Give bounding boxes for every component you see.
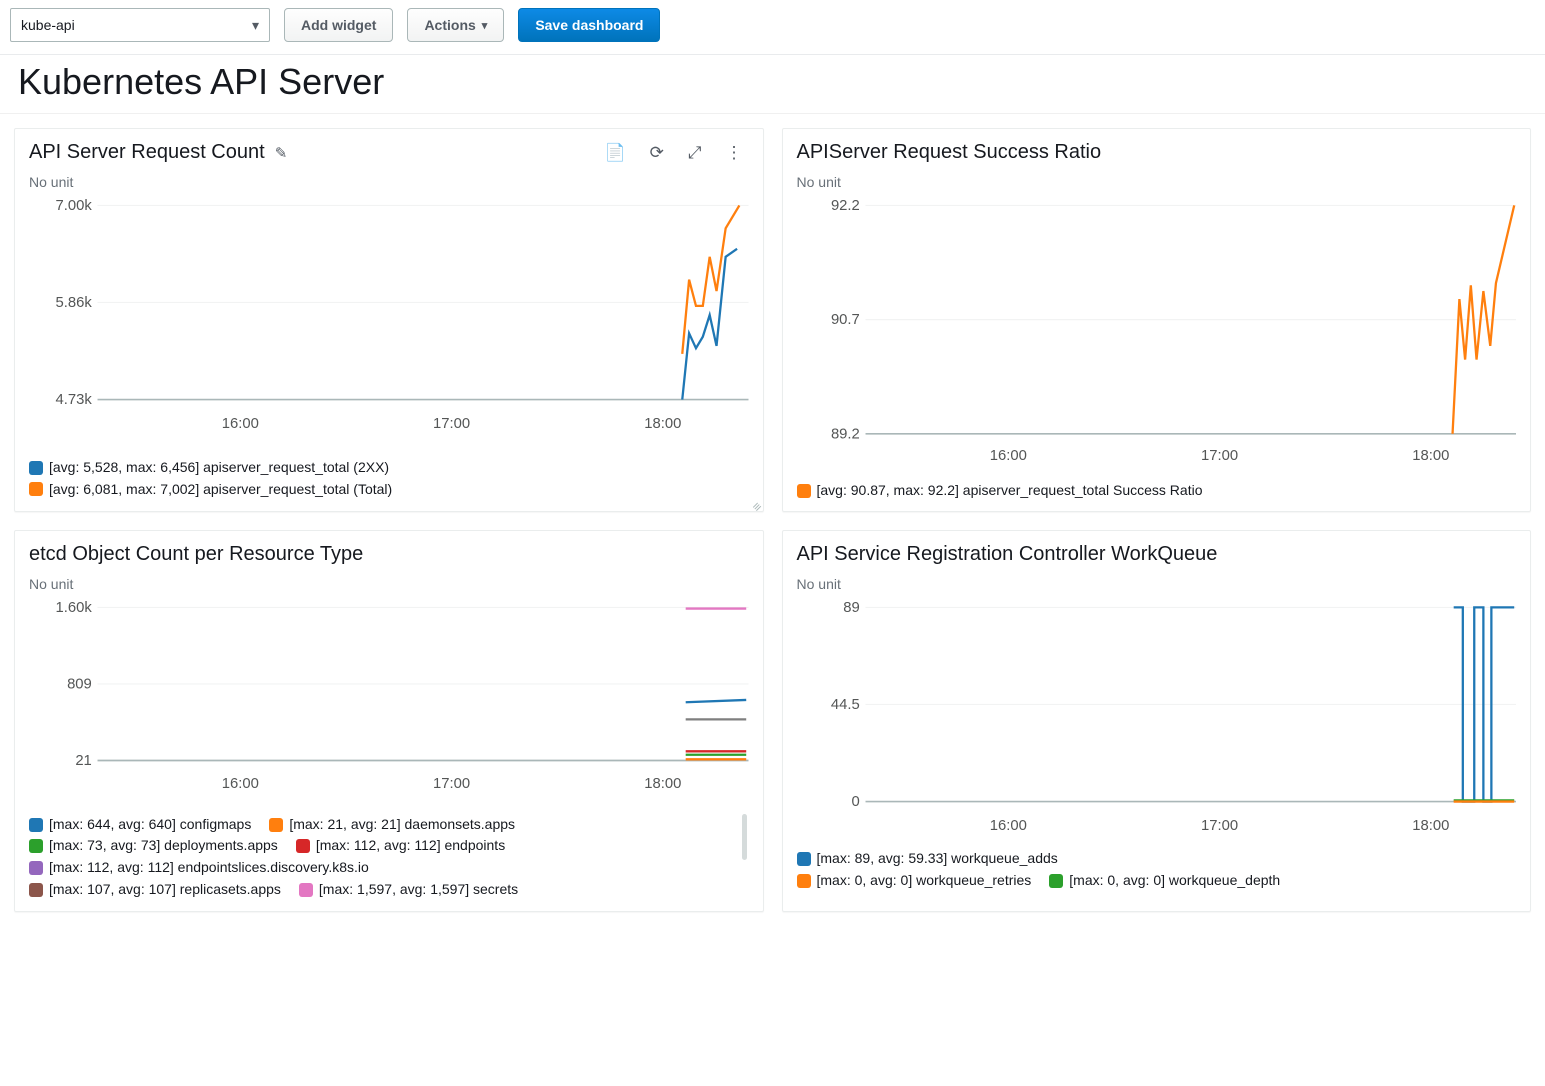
copy-icon[interactable]: 📄 <box>604 143 625 163</box>
svg-text:17:00: 17:00 <box>1201 819 1238 835</box>
svg-text:89: 89 <box>843 600 860 616</box>
chart-svg: 7.00k 5.86k 4.73k 16:00 17:00 18:00 <box>29 194 749 451</box>
svg-text:16:00: 16:00 <box>222 776 259 792</box>
unit-label: No unit <box>29 576 749 592</box>
panel-api-request-count: API Server Request Count ✎ 📄 ⟳ ⤢ ⋮ No un… <box>14 128 764 512</box>
legend-swatch <box>797 874 811 888</box>
svg-text:17:00: 17:00 <box>433 416 470 432</box>
legend-swatch <box>29 818 43 832</box>
svg-text:18:00: 18:00 <box>644 776 681 792</box>
svg-text:90.7: 90.7 <box>830 312 859 328</box>
unit-label: No unit <box>797 576 1517 592</box>
legend: [max: 644, avg: 640] configmaps [max: 21… <box>29 814 749 901</box>
legend-swatch <box>29 482 43 496</box>
refresh-icon[interactable]: ⟳ <box>650 143 664 163</box>
legend-item: [avg: 6,081, max: 7,002] apiserver_reque… <box>29 479 392 501</box>
page-title: Kubernetes API Server <box>18 61 1527 103</box>
svg-text:809: 809 <box>67 677 92 693</box>
unit-label: No unit <box>29 174 749 190</box>
scrollbar-thumb[interactable] <box>742 814 747 860</box>
svg-text:16:00: 16:00 <box>222 416 259 432</box>
menu-dots-icon[interactable]: ⋮ <box>726 143 743 163</box>
svg-text:16:00: 16:00 <box>989 448 1026 464</box>
divider <box>0 113 1545 114</box>
svg-text:5.86k: 5.86k <box>56 295 93 311</box>
edit-title-icon[interactable]: ✎ <box>275 144 288 162</box>
unit-label: No unit <box>797 174 1517 190</box>
chart: 89 44.5 0 16:00 17:00 18:00 <box>797 596 1517 842</box>
legend-swatch <box>299 883 313 897</box>
legend: [avg: 90.87, max: 92.2] apiserver_reques… <box>797 480 1517 502</box>
svg-text:7.00k: 7.00k <box>56 198 93 214</box>
svg-text:18:00: 18:00 <box>1412 448 1449 464</box>
chart: 92.2 90.7 89.2 16:00 17:00 18:00 <box>797 194 1517 474</box>
svg-text:89.2: 89.2 <box>830 426 859 442</box>
dashboard-selector[interactable]: kube-api ▾ <box>10 8 270 42</box>
dashboard-selector-value: kube-api <box>21 17 75 33</box>
chart: 7.00k 5.86k 4.73k 16:00 17:00 18:00 <box>29 194 749 451</box>
legend: [avg: 5,528, max: 6,456] apiserver_reque… <box>29 457 749 500</box>
panel-title: API Server Request Count <box>29 141 265 164</box>
legend-swatch <box>269 818 283 832</box>
panel-success-ratio: APIServer Request Success Ratio No unit … <box>782 128 1532 512</box>
legend-swatch <box>797 852 811 866</box>
svg-text:4.73k: 4.73k <box>56 392 93 408</box>
panel-title: etcd Object Count per Resource Type <box>29 543 363 566</box>
svg-text:92.2: 92.2 <box>830 198 859 214</box>
chart: 1.60k 809 21 16:00 17:00 18:00 <box>29 596 749 807</box>
panel-etcd-objects: etcd Object Count per Resource Type No u… <box>14 530 764 911</box>
legend: [max: 89, avg: 59.33] workqueue_adds [ma… <box>797 848 1517 891</box>
svg-text:17:00: 17:00 <box>1201 448 1238 464</box>
svg-text:18:00: 18:00 <box>1412 819 1449 835</box>
legend-swatch <box>29 839 43 853</box>
svg-text:1.60k: 1.60k <box>56 600 93 616</box>
svg-text:17:00: 17:00 <box>433 776 470 792</box>
legend-item: [avg: 90.87, max: 92.2] apiserver_reques… <box>797 480 1203 502</box>
chevron-down-icon: ▾ <box>482 19 488 32</box>
svg-text:44.5: 44.5 <box>830 698 859 714</box>
chevron-down-icon: ▾ <box>252 17 259 34</box>
legend-swatch <box>29 861 43 875</box>
panel-title: APIServer Request Success Ratio <box>797 141 1102 164</box>
add-widget-button[interactable]: Add widget <box>284 8 393 42</box>
panel-actions: 📄 ⟳ ⤢ ⋮ <box>604 143 748 163</box>
legend-swatch <box>1049 874 1063 888</box>
actions-button[interactable]: Actions ▾ <box>407 8 504 42</box>
svg-text:0: 0 <box>851 795 859 811</box>
svg-text:21: 21 <box>75 754 92 770</box>
legend-swatch <box>797 484 811 498</box>
svg-text:18:00: 18:00 <box>644 416 681 432</box>
chart-svg: 92.2 90.7 89.2 16:00 17:00 18:00 <box>797 194 1517 474</box>
dashboard-grid: API Server Request Count ✎ 📄 ⟳ ⤢ ⋮ No un… <box>0 128 1545 912</box>
chart-svg: 1.60k 809 21 16:00 17:00 18:00 <box>29 596 749 807</box>
legend-item: [avg: 5,528, max: 6,456] apiserver_reque… <box>29 457 389 479</box>
legend-swatch <box>29 461 43 475</box>
legend-swatch <box>29 883 43 897</box>
panel-workqueue: API Service Registration Controller Work… <box>782 530 1532 911</box>
top-toolbar: kube-api ▾ Add widget Actions ▾ Save das… <box>0 0 1545 55</box>
panel-title: API Service Registration Controller Work… <box>797 543 1218 566</box>
save-dashboard-button[interactable]: Save dashboard <box>518 8 660 42</box>
resize-grip-icon[interactable]: ≡ <box>748 497 762 511</box>
page-title-row: Kubernetes API Server <box>0 55 1545 107</box>
expand-icon[interactable]: ⤢ <box>688 143 702 163</box>
legend-swatch <box>296 839 310 853</box>
svg-text:16:00: 16:00 <box>989 819 1026 835</box>
chart-svg: 89 44.5 0 16:00 17:00 18:00 <box>797 596 1517 842</box>
